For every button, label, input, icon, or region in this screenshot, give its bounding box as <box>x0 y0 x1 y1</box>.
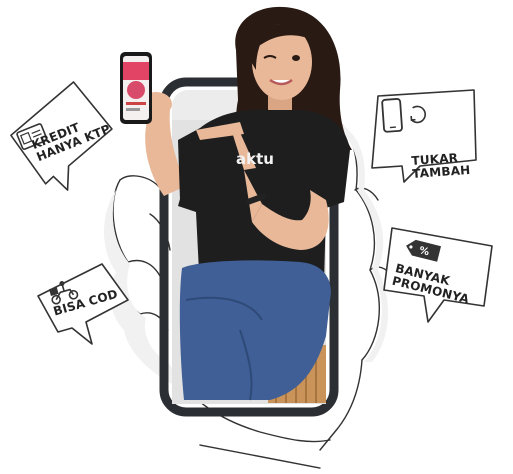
small-phone <box>120 52 152 124</box>
promo-illustration: % aktu KREDIT HANYA KTP BISA COD TUKAR T… <box>0 0 513 469</box>
callout-tukar-text: TUKAR TAMBAH <box>411 151 471 180</box>
illustration-canvas: % <box>0 0 513 469</box>
shirt-print-text: aktu <box>236 150 274 168</box>
person-figure <box>120 7 352 400</box>
